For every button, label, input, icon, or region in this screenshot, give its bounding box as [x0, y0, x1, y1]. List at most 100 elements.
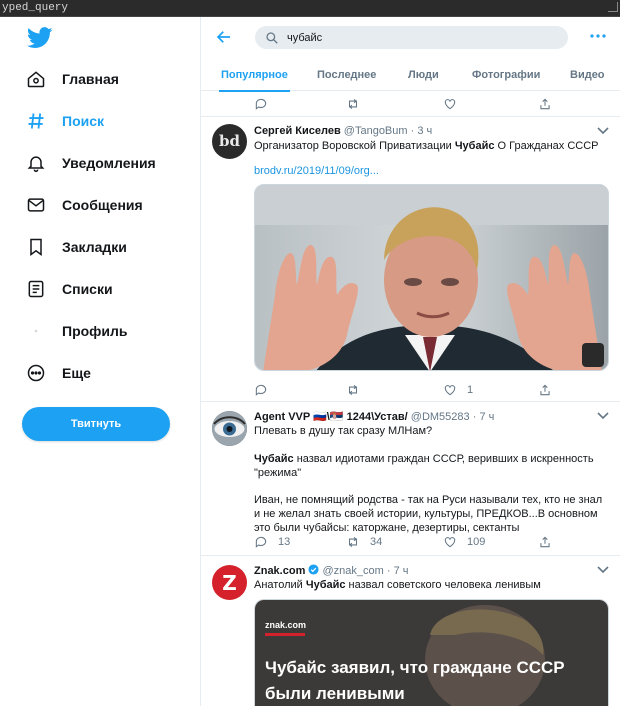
tab-videos[interactable]: Видео: [570, 59, 605, 91]
reply-icon: [255, 384, 267, 396]
nav-messages[interactable]: Сообщения: [24, 185, 194, 225]
resize-grip-icon[interactable]: [608, 2, 618, 12]
retweet-icon: [348, 384, 358, 396]
tweet-header: Agent VVP 🇷🇺\🇷🇸 1244\Устав/ @DM55283 · 7…: [254, 410, 494, 423]
tweet-button[interactable]: Твитнуть: [22, 407, 170, 441]
list-icon: [24, 277, 48, 301]
share-button[interactable]: [538, 532, 562, 552]
tweet-time: · 3 ч: [410, 125, 433, 137]
tweet-time: · 7 ч: [386, 565, 409, 577]
tweet-text: Анатолий Чубайс назвал советского челове…: [254, 579, 541, 591]
avatar[interactable]: bd: [212, 124, 247, 159]
nav-home-label: Главная: [62, 71, 119, 87]
tweet-time: · 7 ч: [472, 411, 495, 423]
tab-photos[interactable]: Фотографии: [472, 59, 540, 91]
heart-icon: [444, 99, 456, 110]
tweet-header: Сергей Киселев @TangoBum · 3 ч: [254, 125, 432, 137]
card-headline-line1: Чубайс заявил, что граждане СССР: [265, 658, 565, 677]
nav-more-label: Еще: [62, 365, 91, 381]
tweet-card[interactable]: Z Znak.com @znak_com · 7 ч Анатолий Чуба…: [201, 556, 620, 706]
nav-bookmarks-label: Закладки: [62, 239, 127, 255]
retweet-icon: [348, 98, 358, 110]
tweet-text-line: Плевать в душу так сразу МЛНам?: [254, 425, 433, 437]
chevron-down-icon[interactable]: [597, 411, 609, 421]
author-name[interactable]: Agent VVP 🇷🇺\🇷🇸 1244\Устав/: [254, 411, 408, 423]
link-card[interactable]: znak.com Чубайс заявил, что граждане ССС…: [254, 599, 609, 706]
search-input[interactable]: чубайс: [255, 26, 568, 49]
home-icon: [24, 67, 48, 91]
tweet-card[interactable]: bd Сергей Киселев @TangoBum · 3 ч Органи…: [201, 117, 620, 402]
bell-icon: [24, 151, 48, 175]
like-button[interactable]: 1: [443, 380, 473, 400]
more-circle-icon: [24, 361, 48, 385]
share-icon: [540, 536, 550, 548]
tweet-header: Znak.com @znak_com · 7 ч: [254, 564, 408, 577]
tweet-actions: [201, 94, 620, 114]
retweet-button[interactable]: 34: [346, 532, 382, 552]
nav-notifications[interactable]: Уведомления: [24, 143, 194, 183]
avatar[interactable]: [212, 411, 247, 446]
like-button[interactable]: 109: [443, 532, 485, 552]
back-arrow-icon[interactable]: [215, 28, 233, 46]
author-handle[interactable]: @DM55283: [411, 411, 470, 423]
tweet-card[interactable]: Agent VVP 🇷🇺\🇷🇸 1244\Устав/ @DM55283 · 7…: [201, 402, 620, 556]
retweet-count: 34: [370, 536, 383, 548]
share-button[interactable]: [538, 380, 562, 400]
nav-explore-label: Поиск: [62, 113, 105, 129]
tweet-photo[interactable]: [254, 184, 609, 371]
avatar[interactable]: Z: [212, 565, 247, 600]
card-brand: znak.com: [265, 620, 307, 630]
chevron-down-icon[interactable]: [597, 126, 609, 136]
share-icon: [540, 384, 550, 396]
tweet-text: Организатор Воровской Приватизации Чубай…: [254, 140, 599, 152]
tweet-actions: 1: [201, 380, 620, 400]
photo-man-raising-hands: [255, 185, 608, 370]
nav-home[interactable]: Главная: [24, 59, 194, 99]
author-name[interactable]: Znak.com: [254, 565, 305, 577]
search-query-text: чубайс: [287, 31, 323, 44]
like-count: 1: [467, 384, 474, 396]
twitter-bird-icon[interactable]: [27, 27, 53, 49]
tweet-link[interactable]: brodv.ru/2019/11/09/org...: [254, 165, 379, 177]
hashtag-icon: [24, 109, 48, 133]
nav-lists[interactable]: Списки: [24, 269, 194, 309]
like-button[interactable]: [443, 94, 467, 114]
chevron-down-icon[interactable]: [597, 565, 609, 575]
tab-top[interactable]: Популярное: [219, 59, 290, 92]
reply-button[interactable]: 13: [254, 532, 290, 552]
retweet-button[interactable]: [346, 380, 370, 400]
verified-badge-icon: [308, 564, 319, 575]
more-options-icon[interactable]: [589, 30, 607, 42]
share-icon: [540, 98, 550, 110]
search-header: чубайс: [201, 17, 620, 57]
like-count: 109: [467, 536, 486, 548]
reply-count: 13: [278, 536, 291, 548]
heart-icon: [444, 385, 456, 396]
main-column: чубайс Популярное Последнее Люди Фотогра…: [200, 17, 620, 706]
nav-bookmarks[interactable]: Закладки: [24, 227, 194, 267]
nav-explore[interactable]: Поиск: [24, 101, 194, 141]
nav-messages-label: Сообщения: [62, 197, 143, 213]
author-handle[interactable]: @TangoBum: [344, 125, 408, 137]
reply-icon: [255, 536, 267, 548]
tab-latest[interactable]: Последнее: [317, 59, 376, 91]
author-handle[interactable]: @znak_com: [322, 565, 383, 577]
tweet-text-paragraph: Чубайс назвал идиотами граждан СССР, вер…: [254, 453, 594, 479]
nav-profile[interactable]: Профиль: [24, 311, 194, 351]
nav-more[interactable]: Еще: [24, 353, 194, 393]
profile-icon: [24, 319, 48, 343]
retweet-button[interactable]: [346, 94, 370, 114]
avatar-logo: bd: [219, 132, 240, 150]
reply-button[interactable]: [254, 94, 278, 114]
nav-notifications-label: Уведомления: [62, 155, 156, 171]
heart-icon: [444, 537, 456, 548]
search-tabs: Популярное Последнее Люди Фотографии Вид…: [201, 59, 620, 92]
tab-people[interactable]: Люди: [408, 59, 439, 91]
bookmark-icon: [24, 235, 48, 259]
share-button[interactable]: [538, 94, 562, 114]
search-icon: [266, 31, 278, 44]
card-brand-underline: [265, 633, 305, 636]
author-name[interactable]: Сергей Киселев: [254, 125, 341, 137]
tweet-actions: 13 34 109: [201, 532, 620, 552]
reply-button[interactable]: [254, 380, 278, 400]
